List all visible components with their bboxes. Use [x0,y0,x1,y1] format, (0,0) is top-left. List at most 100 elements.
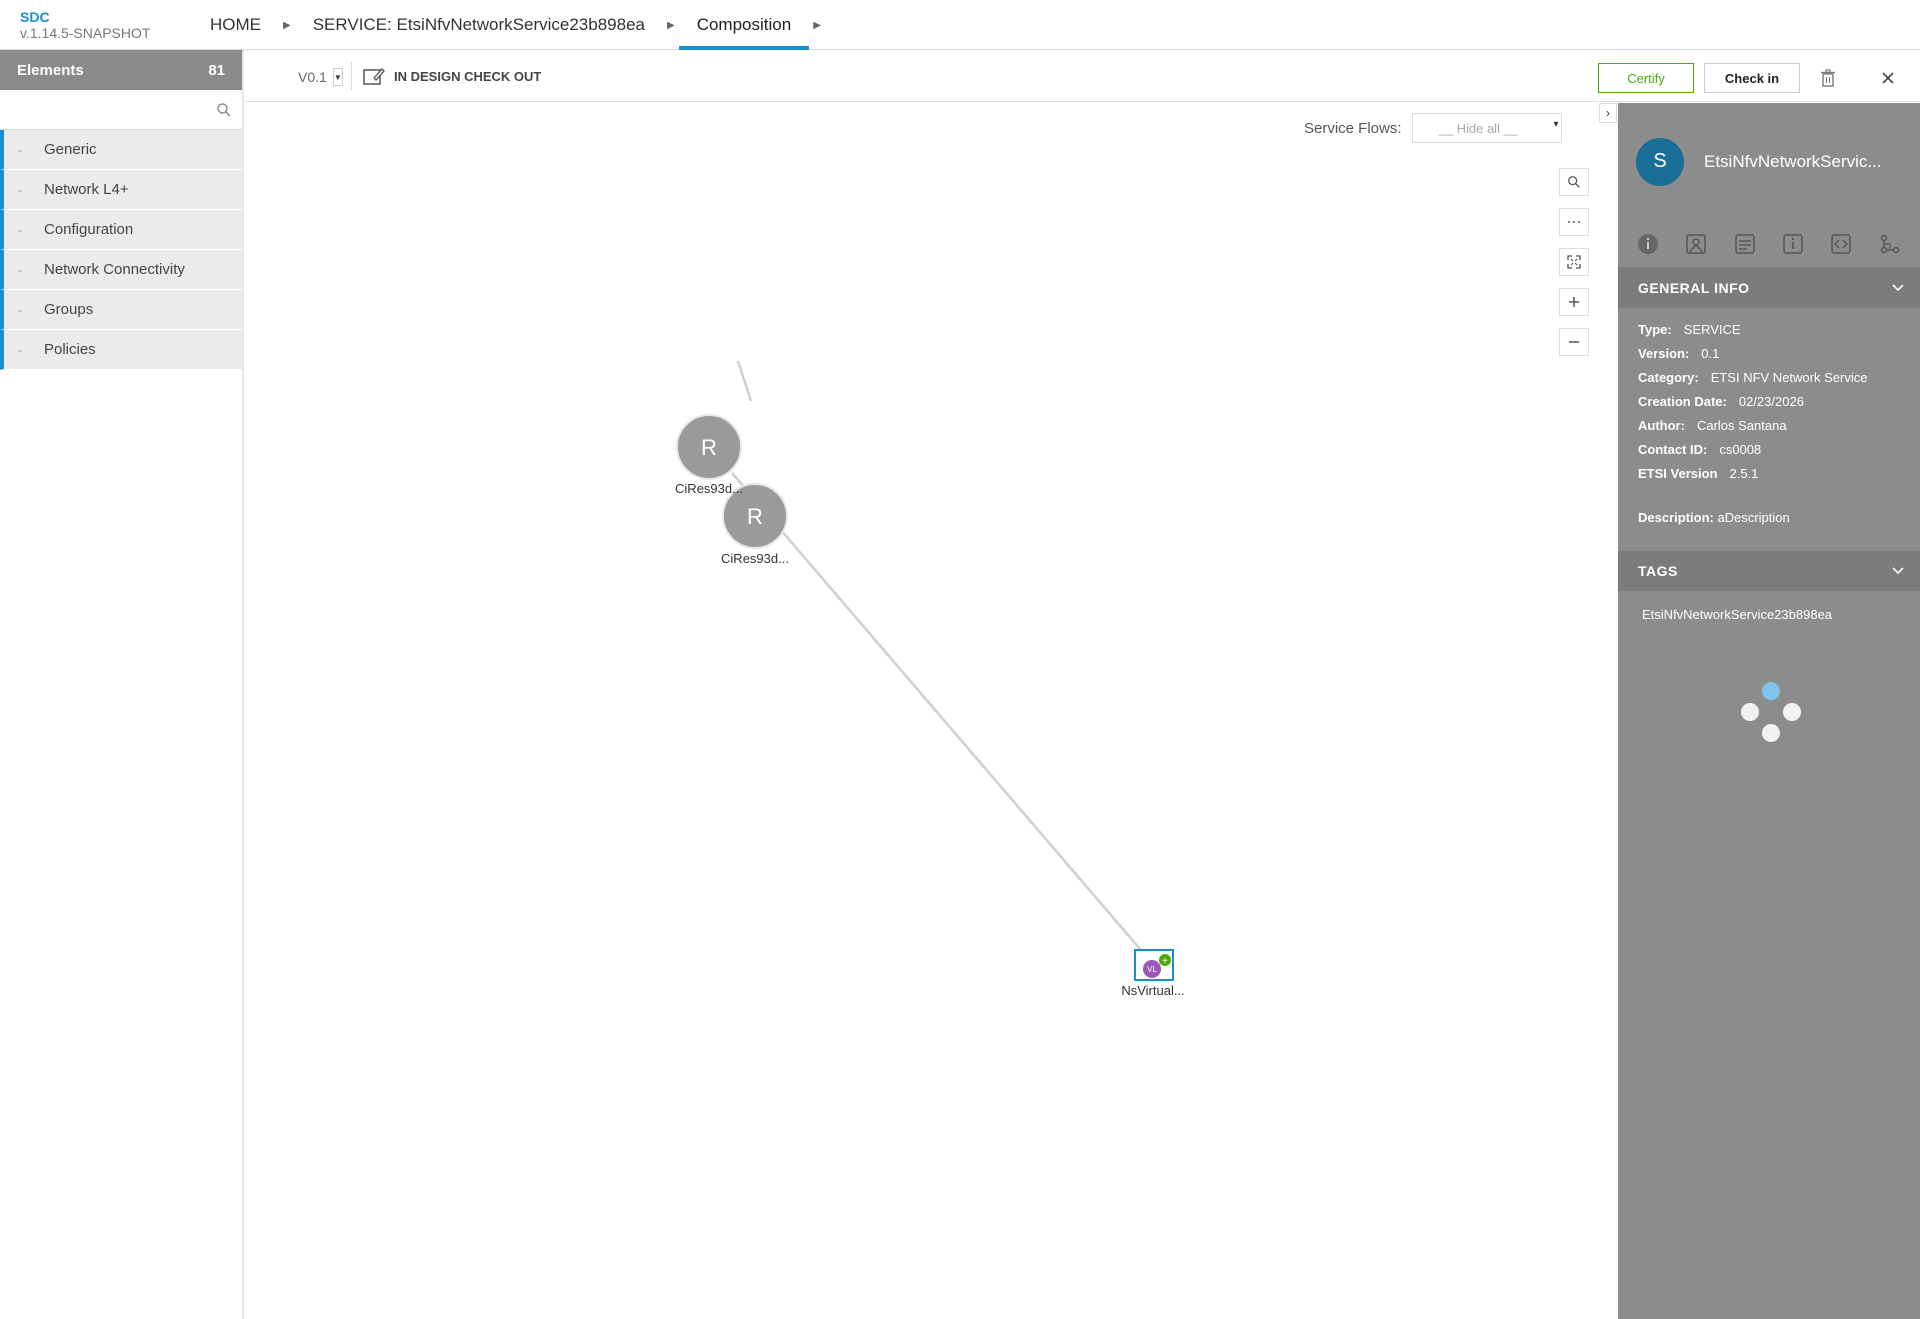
properties-tab-icon[interactable] [1732,231,1758,257]
info-value: 2.5.1 [1729,466,1759,481]
palette-group-label: Groups [44,301,94,318]
attributes-tab-icon[interactable] [1780,231,1806,257]
panel-header: S EtsiNfvNetworkServic... [1618,103,1920,220]
node-letter: R [747,504,763,529]
app-name: SDC [20,9,50,25]
breadcrumb: HOME ▶ SERVICE: EtsiNfvNetworkService23b… [192,0,825,50]
info-row: ETSI Version 2.5.1 [1638,466,1900,490]
app-brand: SDC v.1.14.5-SNAPSHOT [20,9,150,41]
relation-link[interactable] [731,472,1147,957]
node-letter: R [701,435,717,460]
virtual-link-node[interactable]: VL + [1134,949,1174,981]
description: Description: aDescription [1618,490,1920,551]
info-key: Creation Date: [1638,394,1727,409]
palette-group-network-l4[interactable]: - Network L4+ [0,170,242,210]
info-key: ETSI Version [1638,466,1718,481]
palette-group-generic[interactable]: - Generic [0,130,242,170]
collapse-dash-icon: - [18,182,22,197]
info-key: Author: [1638,418,1685,433]
info-key: Type: [1638,322,1672,337]
lifecycle-status: IN DESIGN CHECK OUT [362,66,541,86]
palette-group-configuration[interactable]: - Configuration [0,210,242,250]
chevron-down-icon[interactable] [1892,284,1904,292]
trash-icon[interactable] [1818,68,1838,88]
palette-header: Elements 81 [0,50,242,90]
search-icon[interactable] [216,102,232,118]
api-tab-icon[interactable] [1828,231,1854,257]
add-badge-icon: + [1162,956,1168,967]
info-row: Type: SERVICE [1638,322,1900,346]
info-row: Category: ETSI NFV Network Service [1638,370,1900,394]
caret-down-icon[interactable]: ▼ [332,68,343,86]
tags-header[interactable]: TAGS [1618,551,1920,591]
collapse-dash-icon: - [18,302,22,317]
info-value: Carlos Santana [1696,418,1787,433]
palette-group-label: Policies [44,341,96,358]
certify-button[interactable]: Certify [1598,63,1694,93]
general-info-title: GENERAL INFO [1638,280,1750,296]
palette-group-label: Network Connectivity [44,261,185,278]
chevron-right-icon[interactable]: ▶ [809,20,825,31]
node-label: NsVirtual... [1121,983,1185,998]
palette-count: 81 [208,61,225,79]
panel-title: EtsiNfvNetworkServic... [1704,151,1882,171]
breadcrumb-composition[interactable]: Composition [678,0,810,50]
breadcrumb-service[interactable]: SERVICE: EtsiNfvNetworkService23b898ea [295,0,663,50]
palette-search-input[interactable] [0,90,242,129]
palette-title: Elements [17,61,84,79]
deployment-tab-icon[interactable] [1683,231,1709,257]
collapse-dash-icon: - [18,142,22,157]
tag-item: EtsiNfvNetworkService23b898ea [1642,607,1833,622]
palette-search [0,90,242,130]
top-header: SDC v.1.14.5-SNAPSHOT HOME ▶ SERVICE: Et… [0,0,1920,50]
palette-group-network-connectivity[interactable]: - Network Connectivity [0,250,242,290]
info-value: ETSI NFV Network Service [1710,370,1868,385]
chevron-down-icon[interactable] [1892,567,1904,575]
info-row: Creation Date: 02/23/2026 [1638,394,1900,418]
status-text: IN DESIGN CHECK OUT [394,68,542,84]
palette-group-label: Network L4+ [44,181,129,198]
workspace-toolbar: V0.1 ▼ IN DESIGN CHECK OUT Certify Check… [246,50,1920,102]
version-select[interactable]: V0.1 ▼ [298,68,343,86]
node-letter: VL [1147,965,1157,974]
resource-node[interactable]: R [676,414,742,480]
info-tab-icon[interactable] [1635,231,1661,257]
chevron-right-icon[interactable]: ▶ [663,20,679,31]
palette-group-groups[interactable]: - Groups [0,290,242,330]
info-key: Version: [1638,346,1690,361]
node-label: CiRes93d... [721,551,789,566]
details-panel: S EtsiNfvNetworkServic... GENERAL INFO T… [1618,103,1920,1319]
relations-tab-icon[interactable] [1877,231,1903,257]
info-row: Contact ID: cs0008 [1638,442,1900,466]
info-row: Version: 0.1 [1638,346,1900,370]
info-value: 02/23/2026 [1738,394,1804,409]
palette-group-label: Generic [44,141,97,158]
collapse-dash-icon: - [18,222,22,237]
node-label: CiRes93d... [675,481,743,496]
elements-palette: Elements 81 - Generic - Network L4+ - Confi… [0,50,244,1319]
description-key: Description: [1638,510,1714,525]
panel-tabs [1618,220,1920,268]
check-in-button[interactable]: Check in [1704,63,1800,93]
toolbar-divider [351,62,352,90]
collapse-panel-icon[interactable]: › [1599,103,1617,123]
checkout-edit-icon [363,68,385,85]
info-key: Contact ID: [1638,442,1708,457]
info-value: cs0008 [1719,442,1762,457]
app-version: v.1.14.5-SNAPSHOT [20,25,151,41]
close-icon[interactable] [1878,68,1898,88]
breadcrumb-home[interactable]: HOME [192,0,279,50]
info-row: Author: Carlos Santana [1638,418,1900,442]
composition-canvas[interactable]: Service Flows: __ Hide all __ R R VL + [246,103,1618,1319]
description-value: aDescription [1717,510,1790,525]
palette-group-label: Configuration [44,221,134,238]
relation-link[interactable] [736,360,753,402]
tags-title: TAGS [1638,563,1678,579]
info-value: 0.1 [1701,346,1720,361]
chevron-right-icon[interactable]: ▶ [279,20,295,31]
info-key: Category: [1638,370,1699,385]
general-info-header[interactable]: GENERAL INFO [1618,268,1920,308]
avatar: S [1636,137,1684,186]
composition-graph: R R VL + [676,360,1174,981]
palette-group-policies[interactable]: - Policies [0,330,242,370]
